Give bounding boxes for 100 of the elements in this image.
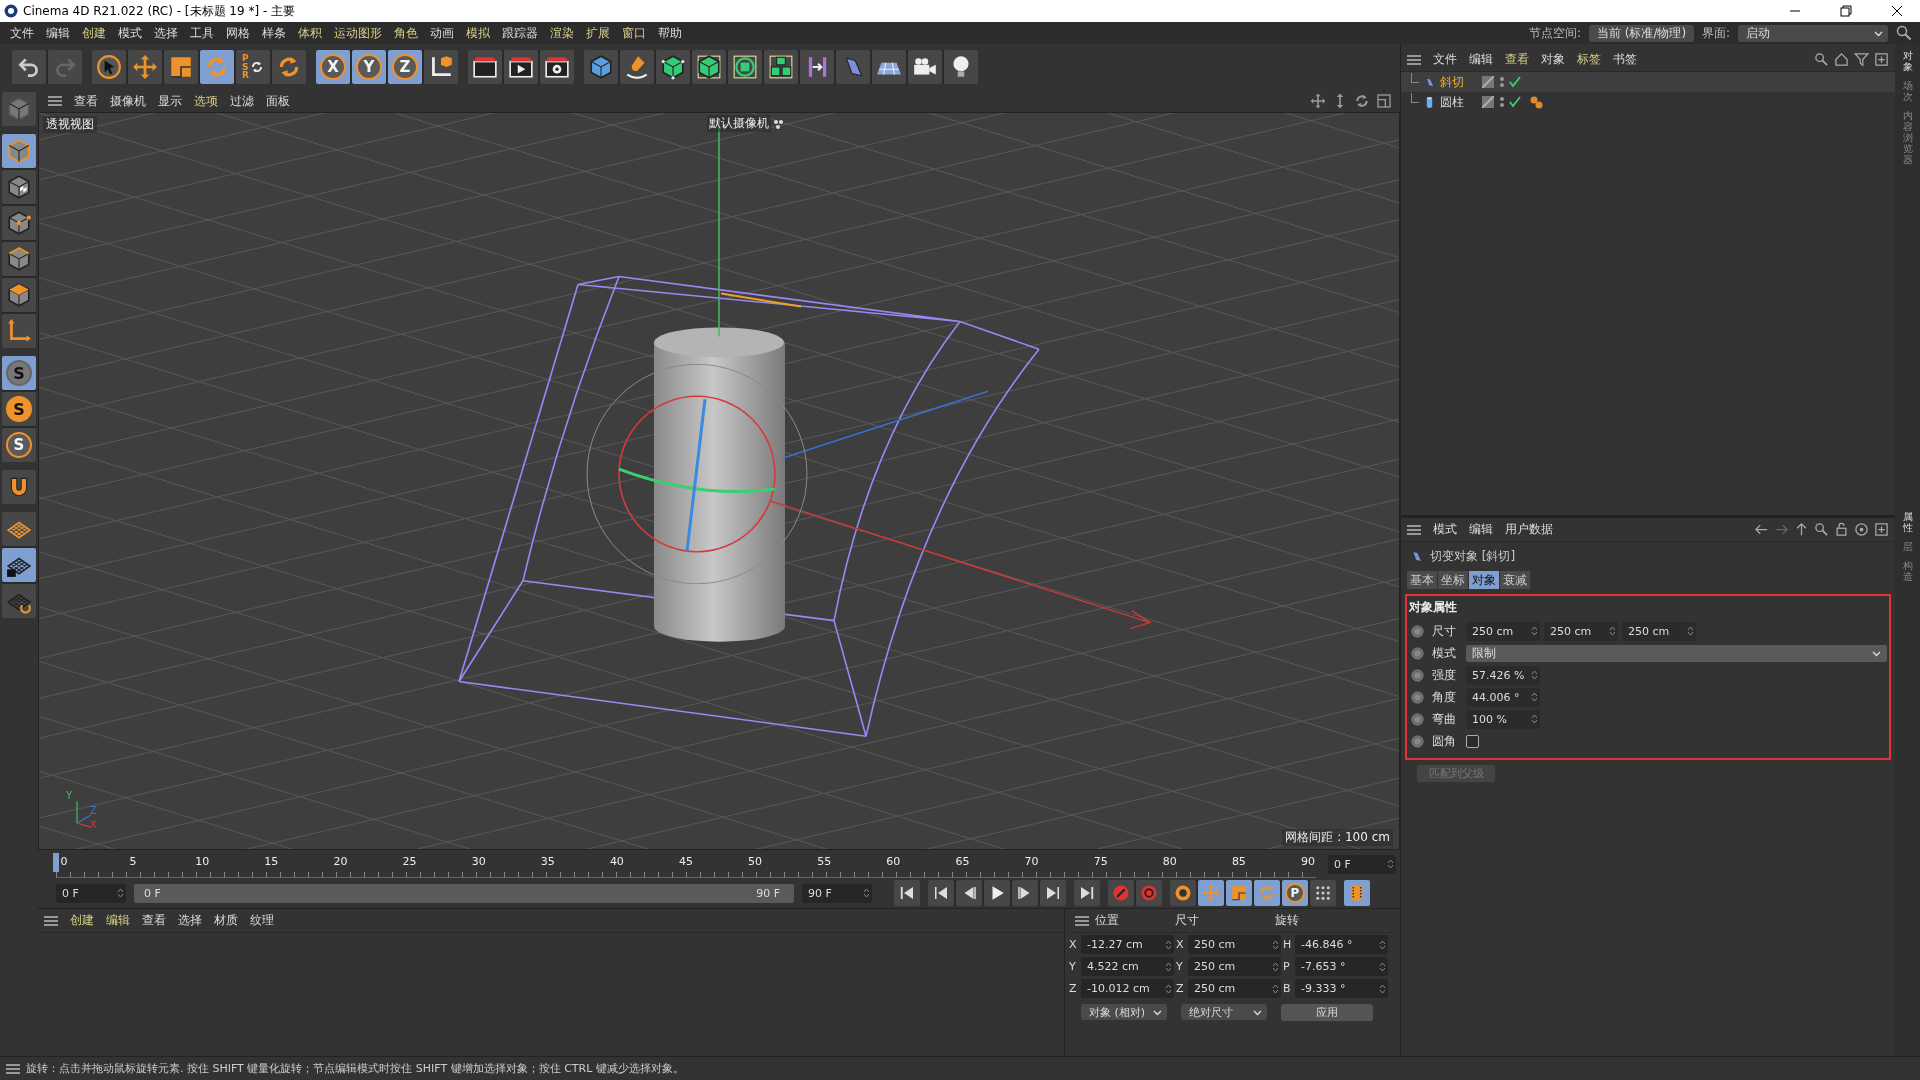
number-field[interactable]: 250 cm	[1188, 979, 1281, 998]
axis-button[interactable]	[2, 314, 36, 348]
y-lock-button[interactable]: Y	[352, 50, 386, 84]
menu-item[interactable]: 跟踪器	[496, 24, 544, 42]
menu-item[interactable]: 面板	[260, 92, 296, 110]
side-tab[interactable]: 层	[1902, 541, 1913, 552]
menu-item[interactable]: 渲染	[544, 24, 580, 42]
floor-button[interactable]	[872, 50, 906, 84]
mode-dropdown[interactable]: 限制	[1466, 644, 1887, 662]
snap-soft-button[interactable]: S	[2, 392, 36, 426]
number-field[interactable]: -9.333 °	[1295, 979, 1388, 998]
side-tab[interactable]: 构造	[1902, 560, 1913, 582]
menu-item[interactable]: 对象	[1535, 51, 1571, 68]
pen-button[interactable]	[620, 50, 654, 84]
next-key-button[interactable]	[1040, 880, 1066, 906]
menu-item[interactable]: 编辑	[1463, 521, 1499, 538]
side-tab[interactable]: 属性	[1902, 511, 1913, 533]
render-settings-button[interactable]	[540, 50, 574, 84]
menu-item[interactable]: 书签	[1607, 51, 1643, 68]
menu-item[interactable]: 选择	[172, 912, 208, 929]
tab[interactable]: 衰减	[1500, 571, 1530, 589]
snap-button[interactable]: S	[2, 356, 36, 390]
menu-item[interactable]: 创建	[64, 912, 100, 929]
subdivision-button[interactable]	[656, 50, 690, 84]
number-field[interactable]: -7.653 °	[1295, 957, 1388, 976]
menu-item[interactable]: 运动图形	[328, 24, 388, 42]
view-switch-button[interactable]	[2, 92, 36, 126]
object-row[interactable]: 斜切	[1401, 72, 1895, 92]
menu-item[interactable]: 帮助	[652, 24, 688, 42]
menu-item[interactable]: 工具	[184, 24, 220, 42]
coordinate-mode-dropdown[interactable]: 对象 (相对)	[1081, 1004, 1167, 1020]
frame-field[interactable]: 90 F	[802, 883, 872, 903]
number-field[interactable]: -10.012 cm	[1081, 979, 1174, 998]
points-button[interactable]	[2, 206, 36, 240]
x-lock-button[interactable]: X	[316, 50, 350, 84]
frame-field[interactable]: 0 F	[56, 883, 126, 903]
layout-dropdown[interactable]: 启动	[1738, 24, 1888, 42]
menu-item[interactable]: 动画	[424, 24, 460, 42]
recent-tool-button[interactable]	[272, 50, 306, 84]
snap-quantize-button[interactable]: S	[2, 428, 36, 462]
z-lock-button[interactable]: Z	[388, 50, 422, 84]
key-parameter-button[interactable]: P	[1282, 880, 1308, 906]
layer-toggle[interactable]	[1482, 76, 1494, 88]
number-field[interactable]: 250 cm	[1544, 621, 1618, 641]
camera-button[interactable]	[908, 50, 942, 84]
menu-item[interactable]: 摄像机	[104, 92, 152, 110]
menu-item[interactable]: 创建	[76, 24, 112, 42]
menu-item[interactable]: 窗口	[616, 24, 652, 42]
tab[interactable]: 基本	[1407, 571, 1437, 589]
menu-item[interactable]: 编辑	[100, 912, 136, 929]
texture-button[interactable]	[2, 170, 36, 204]
magnet-button[interactable]	[2, 470, 36, 504]
menu-item[interactable]: 文件	[1427, 51, 1463, 68]
number-field[interactable]: -12.27 cm	[1081, 935, 1174, 954]
light-button[interactable]	[944, 50, 978, 84]
menu-item[interactable]: 纹理	[244, 912, 280, 929]
scale-button[interactable]	[164, 50, 198, 84]
play-button[interactable]	[984, 880, 1010, 906]
select-button[interactable]	[92, 50, 126, 84]
number-field[interactable]: -46.846 °	[1295, 935, 1388, 954]
menu-item[interactable]: 样条	[256, 24, 292, 42]
menu-item[interactable]: 标签	[1571, 51, 1607, 68]
keyframe-selection-button[interactable]	[1170, 880, 1196, 906]
key-scale-button[interactable]	[1226, 880, 1252, 906]
workplane-sync-button[interactable]	[2, 584, 36, 618]
menu-item[interactable]: 模式	[112, 24, 148, 42]
autokey-button[interactable]	[1136, 880, 1162, 906]
psr-button[interactable]: PSR	[236, 50, 270, 84]
polygons-button[interactable]	[2, 278, 36, 312]
node-space-dropdown[interactable]: 当前 (标准/物理)	[1588, 24, 1694, 42]
number-field[interactable]: 250 cm	[1466, 621, 1540, 641]
number-field[interactable]: 4.522 cm	[1081, 957, 1174, 976]
viewport[interactable]: 透视视图 默认摄像机 网格间距 : 100 cm Y Z X	[38, 112, 1400, 850]
move-button[interactable]	[128, 50, 162, 84]
symmetry-button[interactable]	[800, 50, 834, 84]
layer-toggle[interactable]	[1482, 96, 1494, 108]
tab[interactable]: 坐标	[1438, 571, 1468, 589]
number-field[interactable]: 57.426 %	[1466, 665, 1540, 685]
number-field[interactable]: 250 cm	[1188, 957, 1281, 976]
menu-item[interactable]: 体积	[292, 24, 328, 42]
number-field[interactable]: 100 %	[1466, 709, 1540, 729]
side-tab[interactable]: 内容浏览器	[1902, 110, 1913, 165]
menu-item[interactable]: 查看	[1499, 51, 1535, 68]
side-tab[interactable]: 对象	[1902, 50, 1913, 72]
model-button[interactable]	[2, 134, 36, 168]
menu-item[interactable]: 扩展	[580, 24, 616, 42]
prev-key-button[interactable]	[928, 880, 954, 906]
extrude-button[interactable]	[692, 50, 726, 84]
checkbox[interactable]	[1466, 734, 1479, 748]
deformer-button[interactable]	[836, 50, 870, 84]
prev-frame-button[interactable]	[956, 880, 982, 906]
menu-item[interactable]: 角色	[388, 24, 424, 42]
timeline-ruler[interactable]: 0 5 10 15 20 25 30 35 40 45 50 55 60 65 70 75 80 85 90	[56, 850, 1316, 878]
object-row[interactable]: 圆柱	[1401, 92, 1895, 112]
menu-item[interactable]: 显示	[152, 92, 188, 110]
menu-item[interactable]: 模拟	[460, 24, 496, 42]
key-pla-button[interactable]	[1310, 880, 1336, 906]
number-field[interactable]: 250 cm	[1188, 935, 1281, 954]
side-tab[interactable]: 场次	[1902, 80, 1913, 102]
record-button[interactable]	[1108, 880, 1134, 906]
